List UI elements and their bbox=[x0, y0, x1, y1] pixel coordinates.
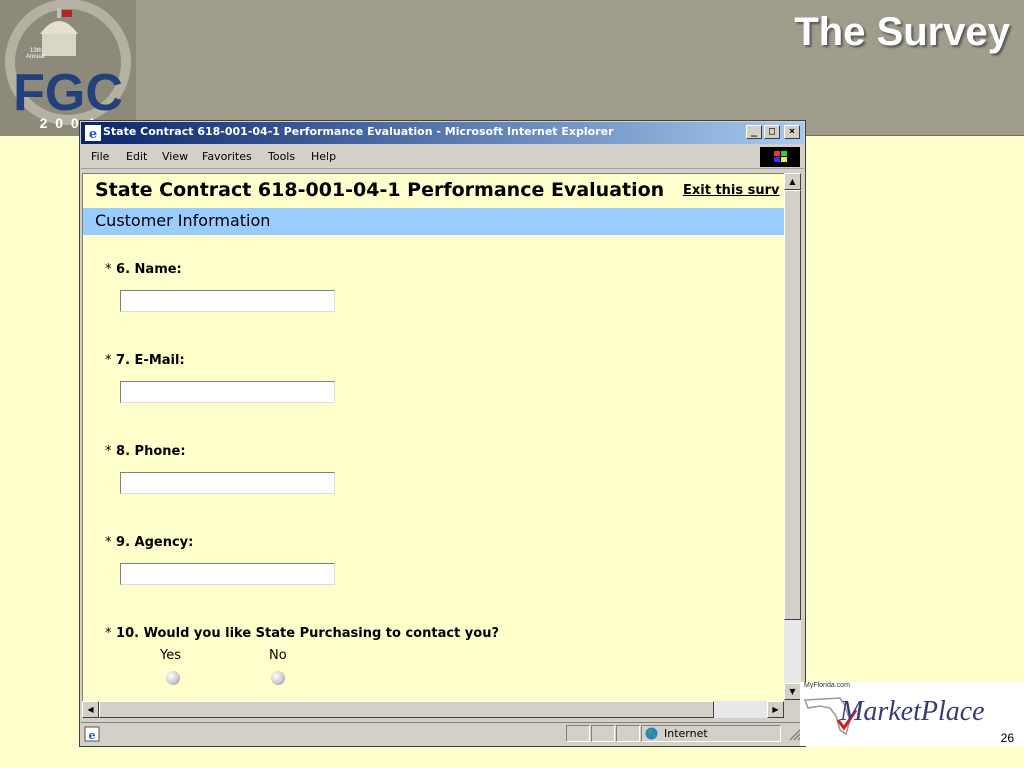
slide-banner: FGC 2 0 0 4 13th Annual The Survey bbox=[0, 0, 1024, 136]
marketplace-wordmark: MarketPlace bbox=[840, 696, 985, 727]
globe-icon bbox=[645, 727, 658, 740]
horizontal-scroll-thumb[interactable] bbox=[99, 701, 714, 718]
contact-yes-radio[interactable] bbox=[166, 671, 180, 685]
scroll-down-icon[interactable]: ▼ bbox=[784, 683, 801, 700]
page-icon: e bbox=[84, 726, 100, 742]
slide-title: The Survey bbox=[794, 10, 1010, 54]
menu-favorites[interactable]: Favorites bbox=[202, 150, 252, 163]
vertical-scrollbar[interactable]: ▲ ▼ bbox=[784, 173, 801, 700]
required-asterisk: * bbox=[105, 353, 112, 368]
scroll-right-icon[interactable]: ▶ bbox=[767, 701, 784, 718]
vertical-scroll-thumb[interactable] bbox=[784, 190, 801, 620]
status-cell bbox=[616, 725, 640, 742]
question-email-label: * 7. E-Mail: bbox=[105, 353, 185, 368]
status-cell bbox=[566, 725, 590, 742]
required-asterisk: * bbox=[105, 535, 112, 550]
menu-edit[interactable]: Edit bbox=[126, 150, 147, 163]
horizontal-scrollbar[interactable]: ◀ ▶ bbox=[82, 701, 784, 718]
minimize-button[interactable]: _ bbox=[746, 125, 762, 139]
section-header: Customer Information bbox=[83, 208, 784, 235]
myflorida-brand: MyFlorida.com bbox=[804, 682, 850, 689]
maximize-button[interactable]: □ bbox=[764, 125, 780, 139]
required-asterisk: * bbox=[105, 626, 112, 641]
zone-label: Internet bbox=[664, 727, 708, 740]
question-name-label: * 6. Name: bbox=[105, 262, 182, 277]
ie-logo-icon: e bbox=[85, 125, 101, 141]
agency-input[interactable] bbox=[120, 563, 335, 585]
question-contact-label: * 10. Would you like State Purchasing to… bbox=[105, 626, 499, 641]
menu-file[interactable]: File bbox=[91, 150, 109, 163]
question-label: 8. Phone: bbox=[116, 444, 186, 459]
svg-text:Annual: Annual bbox=[26, 54, 45, 60]
page-number: 26 bbox=[1000, 731, 1014, 745]
throbber bbox=[760, 147, 800, 167]
section-title: Customer Information bbox=[95, 211, 271, 230]
svg-text:e: e bbox=[89, 127, 97, 141]
menu-help[interactable]: Help bbox=[311, 150, 336, 163]
exit-survey-link[interactable]: Exit this surv bbox=[683, 183, 780, 198]
marketplace-logo: MyFlorida.com MarketPlace bbox=[800, 682, 1024, 746]
fgc-logo-graphic: FGC 2 0 0 4 13th Annual bbox=[5, 0, 131, 131]
required-asterisk: * bbox=[105, 262, 112, 277]
status-cell bbox=[591, 725, 615, 742]
option-no-label: No bbox=[269, 648, 287, 663]
windows-flag-icon bbox=[774, 151, 787, 162]
svg-text:e: e bbox=[89, 729, 96, 742]
status-bar: e Internet bbox=[81, 722, 804, 745]
scroll-left-icon[interactable]: ◀ bbox=[82, 701, 99, 718]
question-label: 9. Agency: bbox=[116, 535, 194, 550]
option-yes-label: Yes bbox=[160, 648, 181, 663]
menu-view[interactable]: View bbox=[162, 150, 188, 163]
question-label: 6. Name: bbox=[116, 262, 182, 277]
close-button[interactable]: × bbox=[784, 125, 800, 139]
security-zone: Internet bbox=[641, 725, 781, 742]
svg-text:FGC: FGC bbox=[13, 64, 123, 122]
survey-title: State Contract 618-001-04-1 Performance … bbox=[95, 179, 665, 201]
question-agency-label: * 9. Agency: bbox=[105, 535, 193, 550]
window-titlebar[interactable]: e State Contract 618-001-04-1 Performanc… bbox=[81, 122, 804, 144]
page-content: State Contract 618-001-04-1 Performance … bbox=[82, 173, 784, 701]
contact-no-radio[interactable] bbox=[271, 671, 285, 685]
window-title: State Contract 618-001-04-1 Performance … bbox=[103, 125, 614, 138]
browser-window: e State Contract 618-001-04-1 Performanc… bbox=[79, 120, 806, 747]
question-phone-label: * 8. Phone: bbox=[105, 444, 186, 459]
scroll-up-icon[interactable]: ▲ bbox=[784, 173, 801, 190]
name-input[interactable] bbox=[120, 290, 335, 312]
fgc-2004-logo: FGC 2 0 0 4 13th Annual bbox=[0, 0, 136, 136]
question-label: 10. Would you like State Purchasing to c… bbox=[116, 626, 499, 641]
menu-tools[interactable]: Tools bbox=[268, 150, 295, 163]
menu-bar: File Edit View Favorites Tools Help bbox=[81, 146, 804, 169]
email-input[interactable] bbox=[120, 381, 335, 403]
required-asterisk: * bbox=[105, 444, 112, 459]
phone-input[interactable] bbox=[120, 472, 335, 494]
question-label: 7. E-Mail: bbox=[116, 353, 185, 368]
